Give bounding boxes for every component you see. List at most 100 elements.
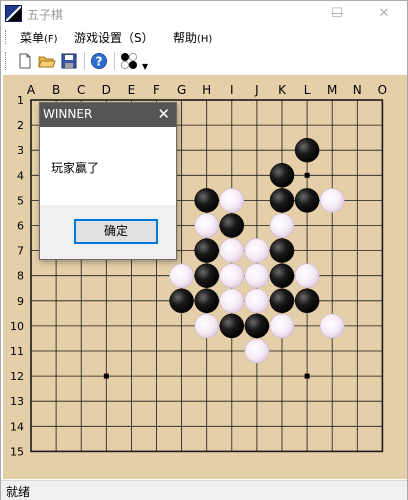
- dialog-title-bar: WINNER ✕: [40, 103, 176, 127]
- row-label: 2: [17, 119, 24, 132]
- black-stone: [269, 163, 295, 188]
- column-label: M: [327, 83, 337, 97]
- menu-grip: [5, 30, 8, 44]
- row-label: 14: [10, 420, 24, 433]
- star-point: [304, 172, 310, 178]
- star-point: [304, 373, 310, 379]
- black-stone: [219, 213, 245, 238]
- white-stone: [244, 263, 270, 288]
- row-label: 1: [17, 94, 24, 107]
- column-label: H: [202, 83, 211, 97]
- menu-item-game-settings[interactable]: 游戏设置（S）: [74, 29, 154, 46]
- black-stone: [269, 288, 295, 314]
- app-logo-icon: [5, 5, 22, 22]
- white-stone: [269, 213, 295, 238]
- new-file-icon[interactable]: [16, 52, 34, 70]
- title-bar: 五子棋 — ☐ ✕: [1, 1, 407, 27]
- row-label: 13: [10, 395, 24, 408]
- menu-item-label: 游戏设置（S）: [74, 31, 154, 45]
- white-stone: [244, 238, 270, 263]
- toolbar: ? ▼: [1, 48, 407, 74]
- black-stone: [219, 313, 245, 339]
- maximize-button[interactable]: ☐: [314, 1, 360, 27]
- black-stone: [294, 188, 320, 213]
- menu-item-label: 帮助: [173, 31, 198, 45]
- black-stone: [194, 288, 219, 314]
- toolbar-separator: [84, 52, 85, 70]
- app-window: 五子棋 — ☐ ✕ 菜单(F) 游戏设置（S） 帮助(H) ? ▼ A B C …: [0, 0, 408, 500]
- star-point: [103, 373, 109, 379]
- column-label: L: [304, 83, 311, 97]
- row-label: 9: [17, 295, 24, 308]
- black-stone: [244, 313, 270, 339]
- dialog-body: 玩家赢了: [40, 127, 176, 205]
- black-stone: [269, 238, 295, 263]
- menu-item-help[interactable]: 帮助(H): [173, 29, 212, 46]
- row-label: 7: [17, 245, 24, 258]
- white-stone: [219, 263, 245, 288]
- toolbar-overflow-icon[interactable]: ▼: [142, 62, 148, 71]
- white-stone: [169, 263, 194, 288]
- row-label: 11: [10, 345, 24, 358]
- white-stone: [194, 313, 219, 339]
- column-label: N: [353, 83, 362, 97]
- menu-bar: 菜单(F) 游戏设置（S） 帮助(H): [1, 27, 407, 47]
- menu-item-accel: (H): [197, 34, 213, 45]
- dialog-message: 玩家赢了: [51, 161, 100, 175]
- white-stone: [219, 188, 245, 213]
- column-label: K: [278, 83, 287, 97]
- column-label: C: [77, 83, 85, 97]
- status-text: 就绪: [6, 485, 31, 499]
- black-stone: [269, 263, 295, 288]
- row-label: 3: [17, 144, 24, 157]
- column-label: G: [177, 83, 186, 97]
- white-stone: [194, 213, 219, 238]
- help-icon[interactable]: ?: [90, 52, 108, 70]
- menu-item-accel: (F): [44, 34, 58, 45]
- winner-dialog: WINNER ✕ 玩家赢了 确定: [39, 102, 177, 260]
- row-label: 8: [17, 270, 24, 283]
- row-label: 12: [10, 370, 24, 383]
- black-stone: [294, 288, 320, 314]
- white-stone: [269, 313, 295, 339]
- white-stone: [219, 288, 245, 314]
- toolbar-separator: [114, 52, 115, 70]
- row-label: 4: [17, 169, 24, 182]
- gomoku-pieces-icon[interactable]: [120, 52, 138, 70]
- white-stone: [319, 313, 345, 339]
- column-label: O: [378, 83, 387, 97]
- status-bar: 就绪: [1, 480, 407, 500]
- black-stone: [194, 188, 219, 213]
- close-button[interactable]: ✕: [361, 1, 407, 27]
- white-stone: [244, 338, 270, 364]
- column-label: A: [27, 83, 36, 97]
- dialog-close-button[interactable]: ✕: [157, 105, 170, 123]
- dialog-title: WINNER: [43, 107, 93, 121]
- white-stone: [244, 288, 270, 314]
- column-label: I: [230, 83, 234, 97]
- white-stone: [294, 263, 320, 288]
- ok-button[interactable]: 确定: [74, 219, 158, 244]
- svg-text:?: ?: [96, 55, 103, 69]
- row-label: 10: [10, 320, 24, 333]
- column-label: J: [254, 83, 259, 97]
- column-label: B: [52, 83, 60, 97]
- black-stone: [169, 288, 194, 314]
- open-folder-icon[interactable]: [38, 52, 56, 70]
- column-label: E: [128, 83, 136, 97]
- black-stone: [194, 238, 219, 263]
- menu-item-label: 菜单: [20, 31, 45, 45]
- toolbar-grip: [5, 52, 8, 70]
- column-label: D: [102, 83, 111, 97]
- black-stone: [269, 188, 295, 213]
- white-stone: [319, 188, 345, 213]
- black-stone: [294, 137, 320, 163]
- column-label: F: [153, 83, 160, 97]
- save-disk-icon[interactable]: [60, 52, 78, 70]
- white-stone: [219, 238, 245, 263]
- row-label: 15: [10, 445, 24, 458]
- menu-item-file[interactable]: 菜单(F): [20, 29, 58, 46]
- row-label: 5: [17, 194, 24, 207]
- window-title: 五子棋: [27, 8, 64, 22]
- row-label: 6: [17, 220, 24, 233]
